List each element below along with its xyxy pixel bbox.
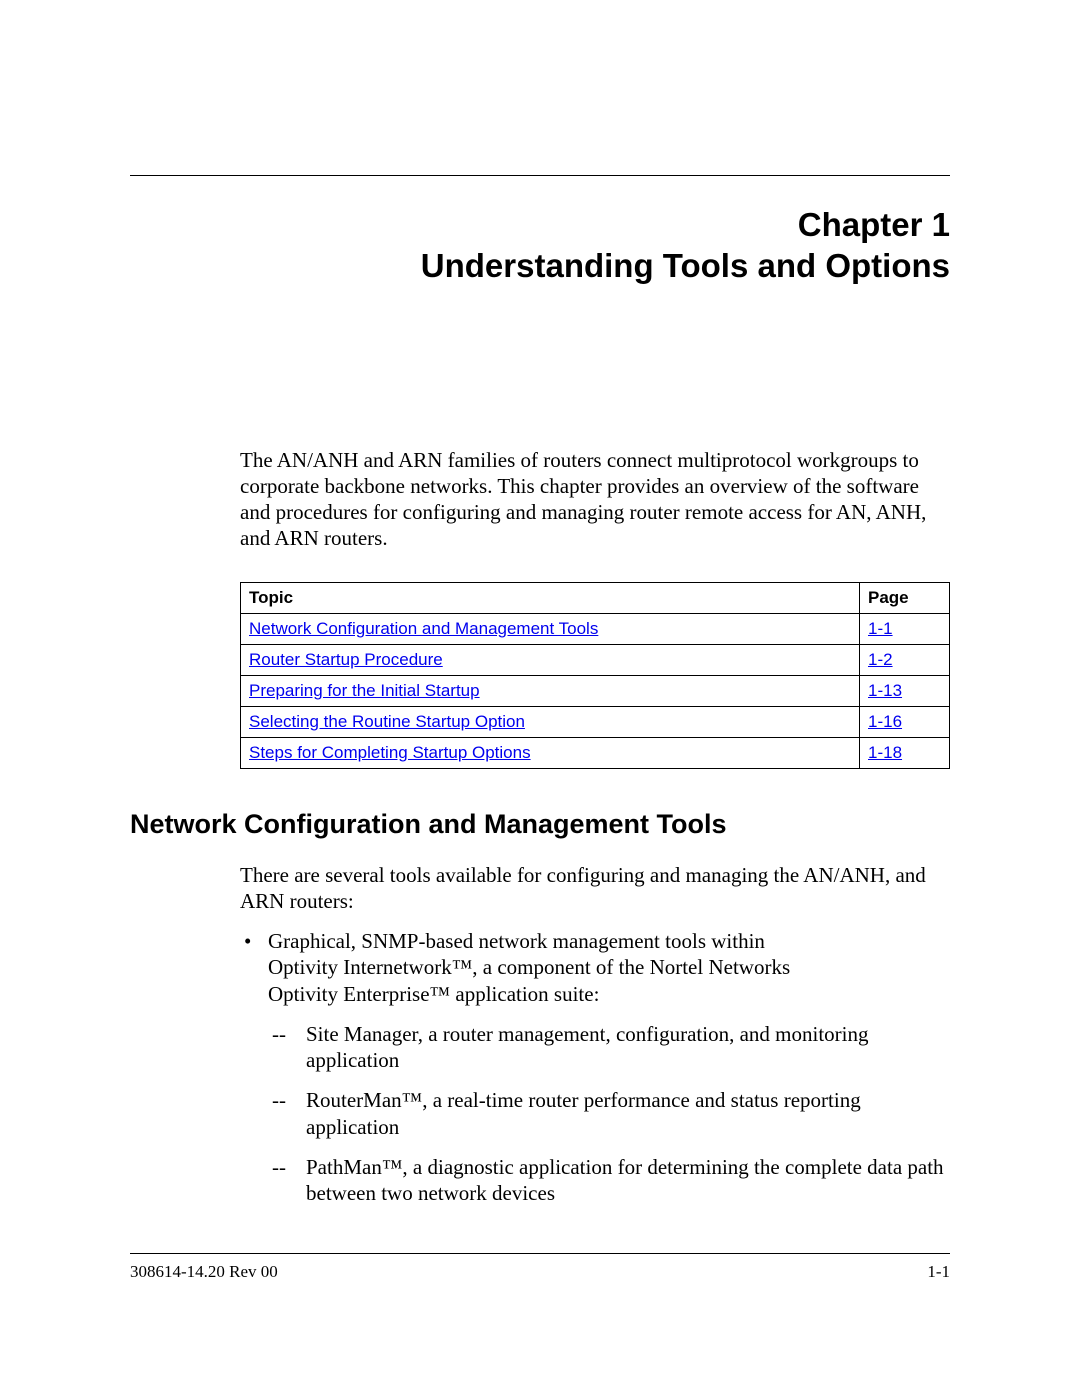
header-topic: Topic <box>241 582 860 613</box>
toc-page-link[interactable]: 1-1 <box>868 619 893 638</box>
sub-item-text: RouterMan™, a real-time router performan… <box>306 1088 861 1138</box>
table-row: Router Startup Procedure 1-2 <box>241 644 950 675</box>
table-row: Selecting the Routine Startup Option 1-1… <box>241 706 950 737</box>
page-content: Chapter 1 Understanding Tools and Option… <box>0 0 1080 1206</box>
toc-page-link[interactable]: 1-2 <box>868 650 893 669</box>
intro-paragraph: The AN/ANH and ARN families of routers c… <box>240 447 950 552</box>
toc-link[interactable]: Router Startup Procedure <box>249 650 443 669</box>
table-row: Steps for Completing Startup Options 1-1… <box>241 737 950 768</box>
sub-list: Site Manager, a router management, confi… <box>268 1021 950 1207</box>
sub-list-item: Site Manager, a router management, confi… <box>268 1021 950 1074</box>
section-intro-paragraph: There are several tools available for co… <box>240 862 950 915</box>
sub-list-item: RouterMan™, a real-time router performan… <box>268 1087 950 1140</box>
toc-link[interactable]: Network Configuration and Management Too… <box>249 619 598 638</box>
header-page: Page <box>860 582 950 613</box>
footer-doc-id: 308614-14.20 Rev 00 <box>130 1262 278 1282</box>
section-heading: Network Configuration and Management Too… <box>130 809 950 840</box>
sub-item-text: Site Manager, a router management, confi… <box>306 1022 869 1072</box>
table-row: Preparing for the Initial Startup 1-13 <box>241 675 950 706</box>
topic-table: Topic Page Network Configuration and Man… <box>240 582 950 769</box>
chapter-title: Understanding Tools and Options <box>130 245 950 286</box>
chapter-heading: Chapter 1 Understanding Tools and Option… <box>130 204 950 287</box>
page-footer: 308614-14.20 Rev 00 1-1 <box>130 1253 950 1282</box>
toc-page-link[interactable]: 1-13 <box>868 681 902 700</box>
bullet-text: Graphical, SNMP-based network management… <box>268 929 790 1006</box>
footer-page-number: 1-1 <box>927 1262 950 1282</box>
toc-page-link[interactable]: 1-16 <box>868 712 902 731</box>
toc-page-link[interactable]: 1-18 <box>868 743 902 762</box>
sub-list-item: PathMan™, a diagnostic application for d… <box>268 1154 950 1207</box>
footer-rule <box>130 1253 950 1254</box>
chapter-number: Chapter 1 <box>130 204 950 245</box>
list-item: Graphical, SNMP-based network management… <box>240 928 950 1206</box>
table-row: Network Configuration and Management Too… <box>241 613 950 644</box>
toc-link[interactable]: Steps for Completing Startup Options <box>249 743 531 762</box>
bullet-list: Graphical, SNMP-based network management… <box>240 928 950 1206</box>
footer-row: 308614-14.20 Rev 00 1-1 <box>130 1262 950 1282</box>
toc-link[interactable]: Selecting the Routine Startup Option <box>249 712 525 731</box>
sub-item-text: PathMan™, a diagnostic application for d… <box>306 1155 944 1205</box>
top-rule <box>130 175 950 176</box>
toc-link[interactable]: Preparing for the Initial Startup <box>249 681 480 700</box>
table-header-row: Topic Page <box>241 582 950 613</box>
